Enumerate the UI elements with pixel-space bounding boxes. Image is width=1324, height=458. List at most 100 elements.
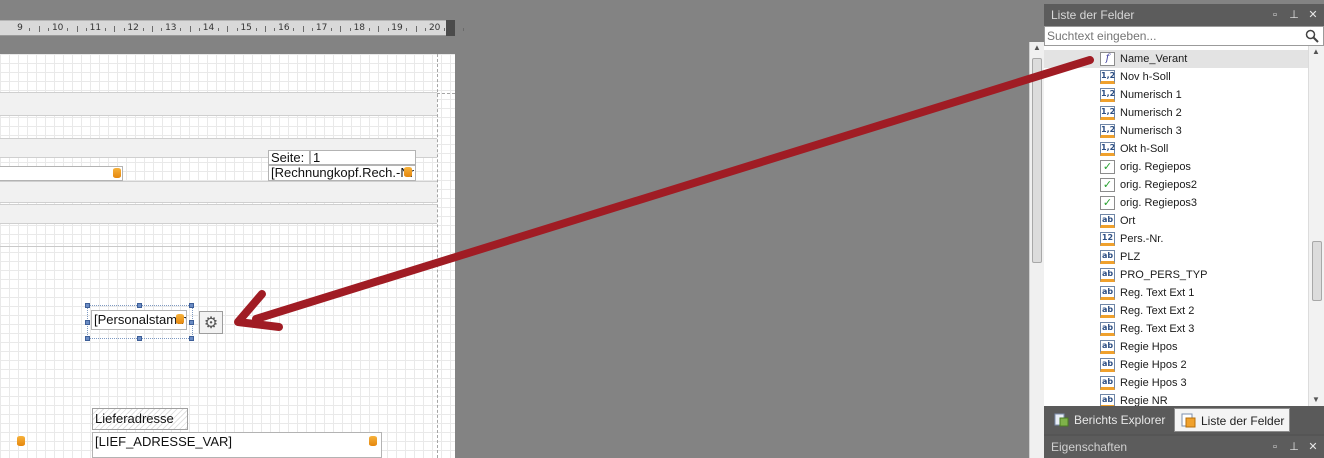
- ruler-number: 15: [240, 23, 252, 33]
- ruler-number: 18: [353, 23, 366, 33]
- numeric-field-icon: 1,2: [1100, 88, 1115, 102]
- numeric-field-icon: 1,2: [1100, 142, 1115, 156]
- close-icon[interactable]: ✕: [1308, 436, 1318, 458]
- field-list-item[interactable]: 1,2 Numerisch 2: [1044, 104, 1308, 122]
- field-list-item[interactable]: 1,2 Nov h-Soll: [1044, 68, 1308, 86]
- numeric-field-icon: 1,2: [1100, 106, 1115, 120]
- page-number-field[interactable]: 1: [310, 150, 416, 165]
- ruler-tick: [340, 26, 342, 32]
- field-tree[interactable]: f Name_Verant 1,2 Nov h-Soll 1,2 Numerisch 11…: [1044, 46, 1308, 406]
- resize-handle[interactable]: [85, 320, 90, 325]
- resize-handle[interactable]: [137, 336, 142, 341]
- database-icon: [17, 436, 25, 446]
- ruler-tick: [85, 28, 87, 31]
- ruler-tick: [425, 28, 427, 31]
- scroll-thumb[interactable]: [1312, 241, 1322, 301]
- string-field-icon: ab: [1100, 268, 1115, 282]
- field-list-item[interactable]: ✓ orig. Regiepos3: [1044, 194, 1308, 212]
- ruler-number: 9: [17, 23, 23, 33]
- scroll-up-icon[interactable]: ▲: [1033, 43, 1041, 52]
- field-list-item[interactable]: ab Regie Hpos 3: [1044, 374, 1308, 392]
- resize-handle[interactable]: [189, 336, 194, 341]
- field-list-item[interactable]: ab Regie NR: [1044, 392, 1308, 406]
- field-list-item-label: Ort: [1120, 215, 1136, 227]
- page-label[interactable]: Seite:: [268, 150, 310, 165]
- field-list-item[interactable]: ab Regie Hpos: [1044, 338, 1308, 356]
- close-icon[interactable]: ✕: [1308, 4, 1318, 26]
- scroll-up-icon[interactable]: ▲: [1312, 47, 1320, 56]
- lief-adresse-text: [LIEF_ADRESSE_VAR]: [95, 434, 233, 449]
- field-list-item[interactable]: 1,2 Numerisch 3: [1044, 122, 1308, 140]
- resize-handle[interactable]: [85, 303, 90, 308]
- pin-icon[interactable]: ⊥: [1289, 4, 1299, 26]
- search-input[interactable]: [1047, 28, 1302, 44]
- string-field-icon: ab: [1100, 250, 1115, 264]
- ruler-tick: [415, 26, 417, 32]
- field-list-item[interactable]: 1,2 Numerisch 1: [1044, 86, 1308, 104]
- tab-liste-der-felder[interactable]: Liste der Felder: [1174, 408, 1290, 432]
- ruler-tick: [349, 28, 351, 31]
- field-list-item[interactable]: 12 Pers.-Nr.: [1044, 230, 1308, 248]
- string-field-icon: ab: [1100, 376, 1115, 390]
- personal-field[interactable]: [Personalstamm: [91, 310, 187, 330]
- band-detail-header[interactable]: [0, 181, 437, 203]
- field-left-clipped[interactable]: [0, 166, 123, 181]
- field-list-item[interactable]: f Name_Verant: [1044, 50, 1308, 68]
- field-list-item[interactable]: ✓ orig. Regiepos: [1044, 158, 1308, 176]
- maximize-icon[interactable]: ▫: [1270, 436, 1280, 458]
- ruler-tick: [180, 28, 182, 31]
- field-list-item[interactable]: ab Regie Hpos 2: [1044, 356, 1308, 374]
- report-explorer-icon: [1054, 413, 1069, 427]
- tab-berichts-explorer[interactable]: Berichts Explorer: [1048, 408, 1168, 432]
- ruler-tick: [123, 28, 125, 31]
- field-tree-scrollbar[interactable]: ▲ ▼: [1308, 46, 1324, 406]
- ruler-margin-marker[interactable]: [446, 20, 455, 36]
- resize-handle[interactable]: [189, 320, 194, 325]
- resize-handle[interactable]: [137, 303, 142, 308]
- field-list-item[interactable]: ab Reg. Text Ext 1: [1044, 284, 1308, 302]
- field-list-item[interactable]: ab PLZ: [1044, 248, 1308, 266]
- field-search[interactable]: [1044, 26, 1324, 46]
- ruler-tick: [38, 26, 40, 32]
- string-field-icon: ab: [1100, 304, 1115, 318]
- ruler-number: 12: [127, 23, 139, 33]
- field-list-item[interactable]: ab Ort: [1044, 212, 1308, 230]
- ruler-tick: [142, 28, 144, 31]
- field-list-item[interactable]: 1,2 Okt h-Soll: [1044, 140, 1308, 158]
- resize-handle[interactable]: [85, 336, 90, 341]
- ruler-tick: [67, 28, 69, 31]
- field-list-item-label: PRO_PERS_TYP: [1120, 269, 1208, 281]
- numeric-field-icon: 1,2: [1100, 70, 1115, 84]
- pin-icon[interactable]: ⊥: [1289, 436, 1299, 458]
- string-field-icon: ab: [1100, 322, 1115, 336]
- lieferadresse-label[interactable]: Lieferadresse: [92, 408, 188, 430]
- scroll-down-icon[interactable]: ▼: [1312, 395, 1320, 404]
- resize-handle[interactable]: [189, 303, 194, 308]
- designer-vertical-scrollbar[interactable]: ▲: [1029, 42, 1044, 458]
- field-list-item[interactable]: ✓ orig. Regiepos2: [1044, 176, 1308, 194]
- smart-tag-gear-icon[interactable]: ⚙: [199, 311, 223, 334]
- scroll-thumb[interactable]: [1032, 58, 1042, 263]
- ruler-tick: [227, 26, 229, 32]
- search-icon[interactable]: [1305, 29, 1319, 43]
- lief-adresse-field[interactable]: [LIEF_ADRESSE_VAR]: [92, 432, 382, 458]
- ruler-number: 16: [278, 23, 290, 33]
- report-page[interactable]: Seite: 1 [Rechnungkopf.Rech.-Nr [Persona…: [0, 54, 455, 458]
- field-list-item-label: Numerisch 2: [1120, 107, 1182, 119]
- ruler-tick: [151, 26, 153, 32]
- field-list-item-label: Regie Hpos 3: [1120, 377, 1187, 389]
- band-detail[interactable]: [0, 204, 437, 224]
- ruler-tick: [104, 28, 106, 31]
- ruler-tick: [114, 26, 116, 32]
- band-page-header[interactable]: [0, 92, 437, 116]
- ruler-tick: [265, 26, 267, 32]
- field-list-item[interactable]: ab Reg. Text Ext 2: [1044, 302, 1308, 320]
- field-list-item-label: Regie NR: [1120, 395, 1168, 406]
- ruler-tick: [76, 26, 78, 32]
- rech-nr-field[interactable]: [Rechnungkopf.Rech.-Nr: [268, 165, 416, 181]
- field-list-item[interactable]: ab PRO_PERS_TYP: [1044, 266, 1308, 284]
- string-field-icon: ab: [1100, 286, 1115, 300]
- field-list-item[interactable]: ab Reg. Text Ext 3: [1044, 320, 1308, 338]
- ruler-tick: [161, 28, 163, 31]
- maximize-icon[interactable]: ▫: [1270, 4, 1280, 26]
